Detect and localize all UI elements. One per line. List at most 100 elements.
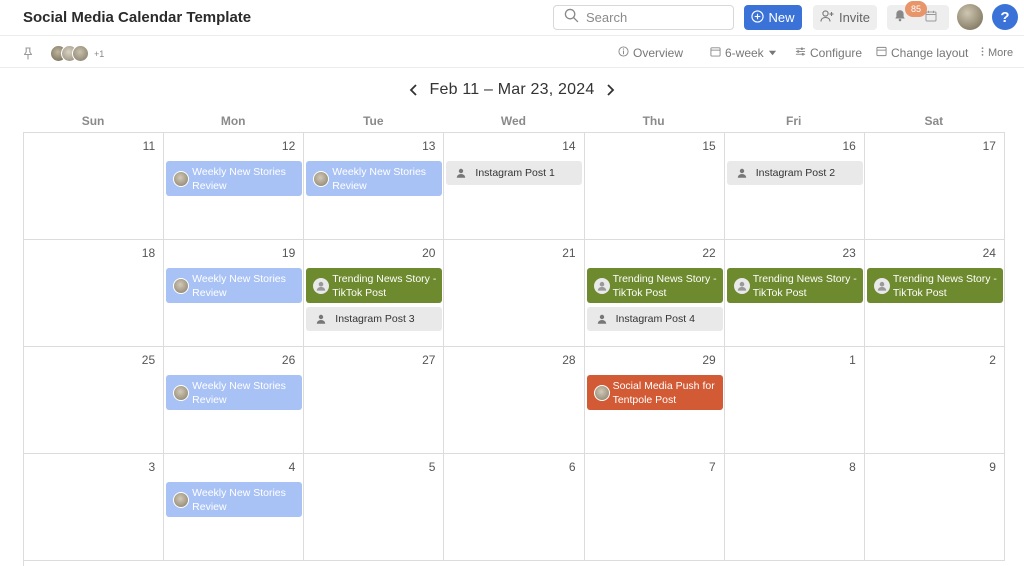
vertical-dots-icon: [981, 46, 984, 60]
day-cell[interactable]: 20 Trending News Story - TikTok Post Insta…: [304, 240, 445, 347]
calendar-event[interactable]: Instagram Post 4: [586, 307, 723, 331]
assignee-avatar: [173, 277, 190, 294]
calendar-event[interactable]: Trending News Story - TikTok Post: [586, 268, 723, 303]
event-title: Weekly New Stories Review: [332, 165, 427, 192]
sliders-icon: [795, 46, 806, 60]
top-bar: Social Media Calendar Template New Invit…: [0, 0, 1024, 36]
day-number: 27: [422, 353, 436, 367]
event-title: Trending News Story - TikTok Post: [752, 272, 857, 299]
day-number: 19: [281, 246, 296, 260]
view-selector-label: 6-week: [725, 46, 764, 60]
user-avatar[interactable]: [957, 4, 983, 30]
change-layout-button[interactable]: Change layout: [876, 46, 968, 60]
more-button[interactable]: More: [981, 46, 1013, 60]
day-cell[interactable]: 14 Instagram Post 1: [444, 133, 585, 240]
calendar-event[interactable]: Trending News Story - TikTok Post: [866, 268, 1003, 303]
day-cell[interactable]: 5: [304, 454, 445, 561]
day-cell[interactable]: 4 Weekly New Stories Review: [164, 454, 305, 561]
assignee-avatar: [313, 170, 330, 187]
day-number: 23: [842, 246, 856, 260]
day-cell[interactable]: 16 Instagram Post 2: [724, 133, 865, 240]
overview-button[interactable]: Overview: [618, 46, 683, 60]
weekday-label: Sun: [81, 114, 105, 128]
day-cell[interactable]: 28: [444, 347, 585, 454]
day-number: 3: [148, 460, 156, 474]
day-cell[interactable]: 24 Trending News Story - TikTok Post: [864, 240, 1005, 347]
day-number: 9: [989, 460, 996, 474]
day-cell[interactable]: 15: [584, 133, 725, 240]
day-number: 25: [141, 353, 156, 367]
search-box[interactable]: [553, 5, 734, 30]
calendar-event[interactable]: Trending News Story - TikTok Post: [726, 268, 863, 303]
day-number: 22: [702, 246, 716, 260]
day-number: 7: [709, 460, 716, 474]
view-selector[interactable]: 6-week: [710, 46, 777, 60]
assignee-avatar: [173, 384, 190, 401]
day-cell[interactable]: 22 Trending News Story - TikTok Post Insta…: [584, 240, 725, 347]
day-cell[interactable]: 12 Weekly New Stories Review: [164, 133, 305, 240]
more-label: More: [988, 47, 1014, 59]
calendar-event[interactable]: Weekly New Stories Review: [166, 268, 303, 303]
chevron-left-icon[interactable]: [406, 80, 422, 100]
day-cell[interactable]: 26 Weekly New Stories Review: [164, 347, 305, 454]
day-cell[interactable]: 8: [724, 454, 865, 561]
date-navigation: Feb 11 – Mar 23, 2024: [0, 80, 1024, 100]
calendar-event[interactable]: Weekly New Stories Review: [166, 375, 303, 410]
calendar-event[interactable]: Weekly New Stories Review: [306, 161, 443, 196]
day-cell[interactable]: 7: [584, 454, 725, 561]
day-number: 12: [281, 139, 296, 153]
pin-icon[interactable]: [22, 47, 34, 60]
calendar-event[interactable]: Weekly New Stories Review: [166, 482, 303, 517]
weekday-label: Tue: [363, 114, 384, 128]
day-number: 26: [281, 353, 296, 367]
weekday-label: Mon: [220, 114, 246, 128]
calendar-event[interactable]: Trending News Story - TikTok Post: [306, 268, 443, 303]
calendar-icon: [925, 9, 937, 27]
day-number: 21: [562, 246, 576, 260]
help-button[interactable]: ?: [992, 4, 1018, 30]
day-cell[interactable]: 1: [724, 347, 865, 454]
day-number: 4: [288, 460, 296, 474]
calendar-event[interactable]: Instagram Post 3: [306, 307, 443, 331]
day-cell[interactable]: 29 Social Media Push for Tentpole Post: [584, 347, 725, 454]
day-number: 6: [568, 460, 576, 474]
new-button[interactable]: New: [744, 5, 802, 30]
person-icon: [593, 277, 610, 294]
day-number: 2: [989, 353, 996, 367]
day-cell[interactable]: 9: [864, 454, 1005, 561]
day-cell[interactable]: 17: [864, 133, 1005, 240]
calendar-icon: [710, 46, 721, 60]
configure-button[interactable]: Configure: [795, 46, 862, 60]
day-cell[interactable]: 27: [304, 347, 445, 454]
day-number: 24: [982, 246, 996, 260]
avatar: [72, 45, 89, 62]
chevron-right-icon[interactable]: [602, 80, 618, 100]
day-cell[interactable]: 2: [864, 347, 1005, 454]
day-cell[interactable]: 3: [24, 454, 165, 561]
search-input[interactable]: [586, 10, 726, 25]
day-cell[interactable]: 13 Weekly New Stories Review: [304, 133, 445, 240]
new-button-label: New: [768, 10, 795, 25]
day-cell[interactable]: 19 Weekly New Stories Review: [164, 240, 305, 347]
day-number: 29: [702, 353, 716, 367]
person-icon: [316, 314, 326, 324]
day-number: 17: [982, 139, 996, 153]
day-cell[interactable]: 11: [24, 133, 165, 240]
day-cell[interactable]: 6: [444, 454, 585, 561]
day-number: 13: [422, 139, 436, 153]
calendar-event[interactable]: Instagram Post 2: [726, 161, 863, 185]
weekday-label: Sat: [924, 114, 944, 128]
calendar-event[interactable]: Weekly New Stories Review: [166, 161, 303, 196]
calendar-event[interactable]: Instagram Post 1: [446, 161, 583, 185]
invite-button[interactable]: Invite: [813, 5, 877, 30]
weekday-label: Wed: [500, 114, 526, 128]
day-cell[interactable]: 18: [24, 240, 165, 347]
day-number: 28: [562, 353, 576, 367]
day-cell[interactable]: 25: [24, 347, 165, 454]
event-title: Instagram Post 2: [755, 167, 836, 179]
day-cell[interactable]: 23 Trending News Story - TikTok Post: [724, 240, 865, 347]
day-cell[interactable]: 21: [444, 240, 585, 347]
calendar-event[interactable]: Social Media Push for Tentpole Post: [586, 375, 723, 410]
add-user-icon: [820, 9, 834, 26]
weekday-label: Thu: [642, 114, 665, 128]
